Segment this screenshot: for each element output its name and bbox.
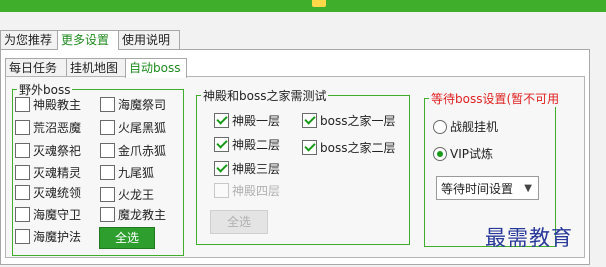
temple-checkbox[interactable]: 神殿二层 (214, 136, 280, 154)
checkbox-box[interactable] (214, 137, 229, 152)
checkbox-box[interactable] (15, 185, 30, 200)
checkbox-label: 海魔守卫 (33, 208, 82, 222)
checkbox-box[interactable] (15, 97, 30, 112)
tab-label: 挂机地图 (70, 61, 119, 75)
temple-checkbox[interactable]: 神殿三层 (214, 160, 280, 178)
boss-checkbox[interactable]: 灭魂精灵 (15, 164, 81, 182)
checkbox-label: 神殿三层 (232, 162, 281, 176)
radio-vip-trial[interactable]: VIP试炼 (433, 145, 493, 163)
checkbox-label: 神殿四层 (232, 184, 281, 198)
tab-more-settings[interactable]: 更多设置 (57, 30, 119, 50)
checkbox-box[interactable] (214, 113, 229, 128)
checkbox-box[interactable] (100, 207, 115, 222)
radio-circle[interactable] (433, 146, 447, 161)
boss-checkbox[interactable]: 荒沼恶魔 (15, 119, 81, 137)
boss-checkbox[interactable]: 海魔护法 (15, 228, 81, 246)
checkbox-box[interactable] (15, 229, 30, 244)
chevron-down-icon: ▼ (524, 183, 532, 194)
select-all-button[interactable]: 全选 (99, 227, 155, 249)
temple-checkbox[interactable]: boss之家一层 (302, 112, 395, 130)
tab-label: 自动boss (129, 61, 181, 75)
temple-checkbox[interactable]: 神殿一层 (214, 112, 280, 130)
tab-instructions[interactable]: 使用说明 (118, 30, 180, 49)
radio-label: 战舰挂机 (450, 120, 499, 134)
watermark: 最需教育 (485, 226, 573, 250)
boss-checkbox[interactable]: 神殿教主 (15, 96, 81, 114)
boss-checkbox[interactable]: 魔龙教主 (100, 206, 166, 224)
checkbox-box[interactable] (302, 140, 317, 155)
checkbox-box[interactable] (100, 120, 115, 135)
checkbox-box[interactable] (100, 143, 115, 158)
checkbox-label: 火龙王 (118, 188, 155, 202)
boss-checkbox[interactable]: 灭魂祭祀 (15, 142, 81, 160)
checkbox-label: 灭魂精灵 (33, 166, 82, 180)
checkbox-box[interactable] (214, 161, 229, 176)
tab-label: 使用说明 (122, 33, 171, 47)
boss-checkbox[interactable]: 金爪赤狐 (100, 142, 166, 160)
checkbox-label: 荒沼恶魔 (33, 121, 82, 135)
tab-auto-boss[interactable]: 自动boss (125, 58, 187, 78)
checkbox-box (214, 183, 229, 198)
checkbox-box[interactable] (100, 165, 115, 180)
temple-checkbox[interactable]: boss之家二层 (302, 139, 395, 157)
dropdown-value: 等待时间设置 (441, 182, 514, 196)
boss-checkbox[interactable]: 海魔祭司 (100, 96, 166, 114)
checkbox-label: 海魔护法 (33, 230, 82, 244)
gift-icon (312, 0, 326, 7)
checkbox-label: 灭魂统领 (33, 186, 82, 200)
boss-checkbox[interactable]: 火龙王 (100, 186, 154, 204)
checkbox-label: 魔龙教主 (118, 208, 167, 222)
checkbox-label: 九尾狐 (118, 166, 155, 180)
top-banner (0, 0, 606, 12)
tab-label: 为您推荐 (4, 33, 53, 47)
checkbox-label: 神殿一层 (232, 114, 281, 128)
checkbox-label: boss之家一层 (320, 114, 396, 128)
temple-checkbox: 神殿四层 (214, 182, 280, 200)
tab-label: 每日任务 (9, 61, 58, 75)
radio-label: VIP试炼 (450, 147, 493, 161)
checkbox-box[interactable] (15, 165, 30, 180)
boss-checkbox[interactable]: 火尾黑狐 (100, 119, 166, 137)
checkbox-box[interactable] (15, 120, 30, 135)
select-all-button-disabled: 全选 (210, 210, 268, 234)
checkbox-label: 灭魂祭祀 (33, 144, 82, 158)
boss-checkbox[interactable]: 灭魂统领 (15, 184, 81, 202)
checkbox-label: 火尾黑狐 (118, 121, 167, 135)
checkbox-label: 神殿二层 (232, 138, 281, 152)
boss-checkbox[interactable]: 九尾狐 (100, 164, 154, 182)
boss-checkbox[interactable]: 海魔守卫 (15, 206, 81, 224)
group-title: 神殿和boss之家需测试 (201, 87, 329, 104)
checkbox-box[interactable] (302, 113, 317, 128)
tab-daily-tasks[interactable]: 每日任务 (5, 58, 67, 77)
tab-label: 更多设置 (61, 33, 110, 47)
wait-time-dropdown[interactable]: 等待时间设置 ▼ (436, 176, 539, 200)
checkbox-box[interactable] (15, 207, 30, 222)
tab-recommend[interactable]: 为您推荐 (0, 30, 58, 49)
radio-warship-afk[interactable]: 战舰挂机 (433, 118, 498, 136)
tab-afk-map[interactable]: 挂机地图 (66, 58, 128, 77)
checkbox-label: 神殿教主 (33, 98, 82, 112)
checkbox-label: 金爪赤狐 (118, 144, 167, 158)
checkbox-label: boss之家二层 (320, 141, 396, 155)
checkbox-label: 海魔祭司 (118, 98, 167, 112)
group-title: 等待boss设置(暂不可用 (429, 90, 562, 107)
checkbox-box[interactable] (15, 143, 30, 158)
checkbox-box[interactable] (100, 97, 115, 112)
checkbox-box[interactable] (100, 187, 115, 202)
radio-circle[interactable] (433, 119, 447, 134)
